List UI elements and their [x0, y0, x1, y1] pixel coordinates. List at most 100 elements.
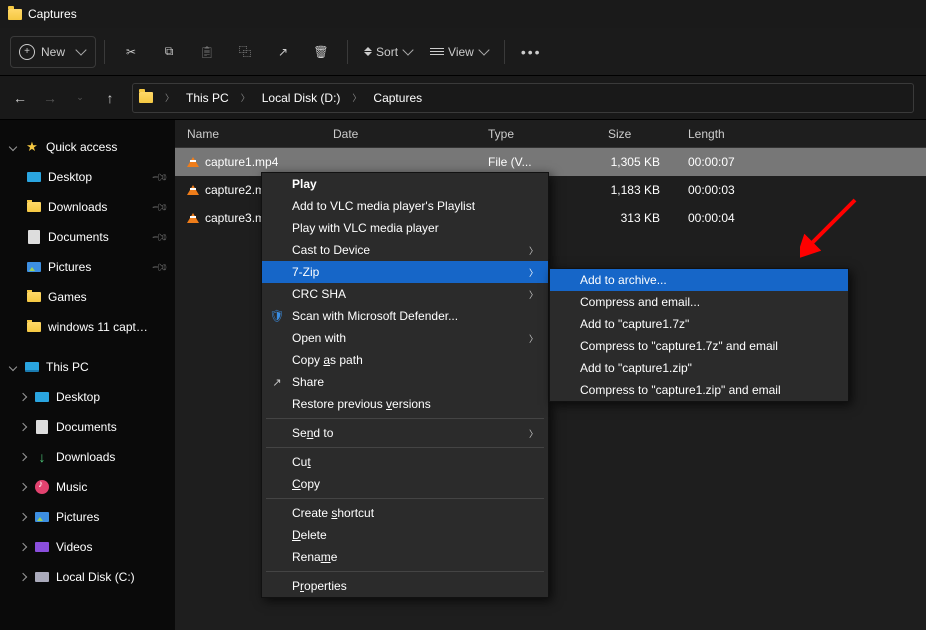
- pin-icon: 📌︎: [150, 197, 169, 216]
- col-name[interactable]: Name: [175, 127, 321, 141]
- sort-button[interactable]: Sort: [356, 36, 420, 68]
- sidebar-item-downloads[interactable]: Downloads 📌︎: [0, 192, 175, 222]
- more-button[interactable]: •••: [513, 36, 550, 68]
- recent-button[interactable]: ⌄: [72, 92, 88, 103]
- toolbar: + New ✂ ⧉ 📋︎ ⿻ ↗ 🗑︎ Sort View •••: [0, 28, 926, 76]
- breadcrumb-item[interactable]: Local Disk (D:): [262, 91, 341, 105]
- cut-button[interactable]: ✂: [113, 36, 149, 68]
- share-icon: ↗: [278, 45, 288, 59]
- sidebar-item-pc-disk-c[interactable]: Local Disk (C:): [0, 562, 175, 592]
- up-button[interactable]: ↑: [102, 90, 118, 106]
- trash-icon: 🗑︎: [313, 45, 328, 59]
- copy-icon: ⧉: [165, 44, 174, 59]
- sidebar-item-desktop[interactable]: Desktop📌︎: [0, 162, 175, 192]
- ctx-delete[interactable]: Delete: [262, 524, 548, 546]
- sort-icon: [364, 47, 372, 56]
- ctx-open-with[interactable]: Open with〉: [262, 327, 548, 349]
- ctx-cast[interactable]: Cast to Device〉: [262, 239, 548, 261]
- col-length[interactable]: Length: [676, 127, 766, 141]
- sidebar-item-pc-documents[interactable]: Documents: [0, 412, 175, 442]
- sidebar-item-pc-downloads[interactable]: ↓Downloads: [0, 442, 175, 472]
- sidebar-item-games[interactable]: Games: [0, 282, 175, 312]
- view-button[interactable]: View: [422, 36, 496, 68]
- sidebar-quick-access[interactable]: ★ Quick access: [0, 132, 175, 162]
- pc-icon: [25, 362, 39, 372]
- sidebar-item-pictures[interactable]: Pictures📌︎: [0, 252, 175, 282]
- chevron-right-icon: [18, 482, 28, 492]
- ctx-label: Add to VLC media player's Playlist: [292, 199, 475, 213]
- pictures-icon: [35, 512, 49, 522]
- rename-button[interactable]: ⿻: [227, 36, 263, 68]
- ctx-share[interactable]: ↗Share: [262, 371, 548, 393]
- paste-button[interactable]: 📋︎: [189, 36, 225, 68]
- sidebar-item-pc-pictures[interactable]: Pictures: [0, 502, 175, 532]
- address-bar[interactable]: 〉 This PC 〉 Local Disk (D:) 〉 Captures: [132, 83, 914, 113]
- document-icon: [36, 420, 48, 434]
- col-date[interactable]: Date: [321, 127, 476, 141]
- file-length: 00:00:03: [676, 183, 766, 197]
- video-icon: [35, 542, 49, 552]
- chevron-right-icon: 〉: [529, 266, 538, 279]
- sidebar-this-pc[interactable]: This PC: [0, 352, 175, 382]
- breadcrumb-item[interactable]: This PC: [186, 91, 229, 105]
- chevron-right-icon: [18, 452, 28, 462]
- share-button[interactable]: ↗: [265, 36, 301, 68]
- ctx-shortcut[interactable]: Create shortcut: [262, 502, 548, 524]
- desktop-icon: [35, 392, 49, 402]
- desktop-icon: [27, 172, 41, 182]
- ctx-play-vlc[interactable]: Play with VLC media player: [262, 217, 548, 239]
- chevron-down-icon: [8, 142, 18, 152]
- ctx-compress-zip-email[interactable]: Compress to "capture1.zip" and email: [550, 379, 848, 401]
- copy-button[interactable]: ⧉: [151, 36, 187, 68]
- ctx-add-zip[interactable]: Add to "capture1.zip": [550, 357, 848, 379]
- ctx-rename[interactable]: Rename: [262, 546, 548, 568]
- col-type[interactable]: Type: [476, 127, 596, 141]
- ctx-defender[interactable]: 🛡︎Scan with Microsoft Defender...: [262, 305, 548, 327]
- view-icon: [430, 48, 444, 55]
- separator: [347, 40, 348, 64]
- sidebar-label: Downloads: [48, 200, 107, 214]
- ctx-label: Create shortcut: [292, 506, 374, 520]
- ctx-label: Delete: [292, 528, 327, 542]
- ctx-restore[interactable]: Restore previous versions: [262, 393, 548, 415]
- separator: [504, 40, 505, 64]
- ctx-label: Compress to "capture1.zip" and email: [580, 383, 781, 397]
- ctx-compress-7z-email[interactable]: Compress to "capture1.7z" and email: [550, 335, 848, 357]
- file-type: File (V...: [476, 155, 596, 169]
- forward-button[interactable]: →: [42, 90, 58, 106]
- sidebar-item-pc-music[interactable]: Music: [0, 472, 175, 502]
- new-button[interactable]: + New: [10, 36, 96, 68]
- star-icon: ★: [24, 140, 40, 154]
- folder-icon: [8, 9, 22, 20]
- folder-icon: [27, 292, 41, 302]
- ctx-add-vlc[interactable]: Add to VLC media player's Playlist: [262, 195, 548, 217]
- ctx-copy-path[interactable]: Copy as path: [262, 349, 548, 371]
- breadcrumb-item[interactable]: Captures: [373, 91, 422, 105]
- ctx-copy[interactable]: Copy: [262, 473, 548, 495]
- back-button[interactable]: ←: [12, 90, 28, 106]
- ctx-properties[interactable]: Properties: [262, 575, 548, 597]
- ctx-label: CRC SHA: [292, 287, 346, 301]
- sidebar-item-captures[interactable]: windows 11 captures: [0, 312, 175, 342]
- downloads-icon: ↓: [34, 450, 50, 464]
- sidebar-label: Pictures: [48, 260, 91, 274]
- sidebar-label: Desktop: [48, 170, 92, 184]
- ctx-cut[interactable]: Cut: [262, 451, 548, 473]
- ctx-compress-email[interactable]: Compress and email...: [550, 291, 848, 313]
- chevron-down-icon: [402, 44, 413, 55]
- ctx-crc[interactable]: CRC SHA〉: [262, 283, 548, 305]
- folder-icon: [27, 322, 41, 332]
- file-size: 1,183 KB: [596, 183, 676, 197]
- ctx-add-7z[interactable]: Add to "capture1.7z": [550, 313, 848, 335]
- ctx-add-archive[interactable]: Add to archive...: [550, 269, 848, 291]
- file-name: capture1.mp4: [205, 155, 278, 169]
- sidebar-item-documents[interactable]: Documents📌︎: [0, 222, 175, 252]
- ctx-label: Restore previous versions: [292, 397, 431, 411]
- delete-button[interactable]: 🗑︎: [303, 36, 339, 68]
- sidebar-item-pc-desktop[interactable]: Desktop: [0, 382, 175, 412]
- ctx-send-to[interactable]: Send to〉: [262, 422, 548, 444]
- col-size[interactable]: Size: [596, 127, 676, 141]
- sidebar-item-pc-videos[interactable]: Videos: [0, 532, 175, 562]
- ctx-play[interactable]: Play: [262, 173, 548, 195]
- ctx-7zip[interactable]: 7-Zip〉: [262, 261, 548, 283]
